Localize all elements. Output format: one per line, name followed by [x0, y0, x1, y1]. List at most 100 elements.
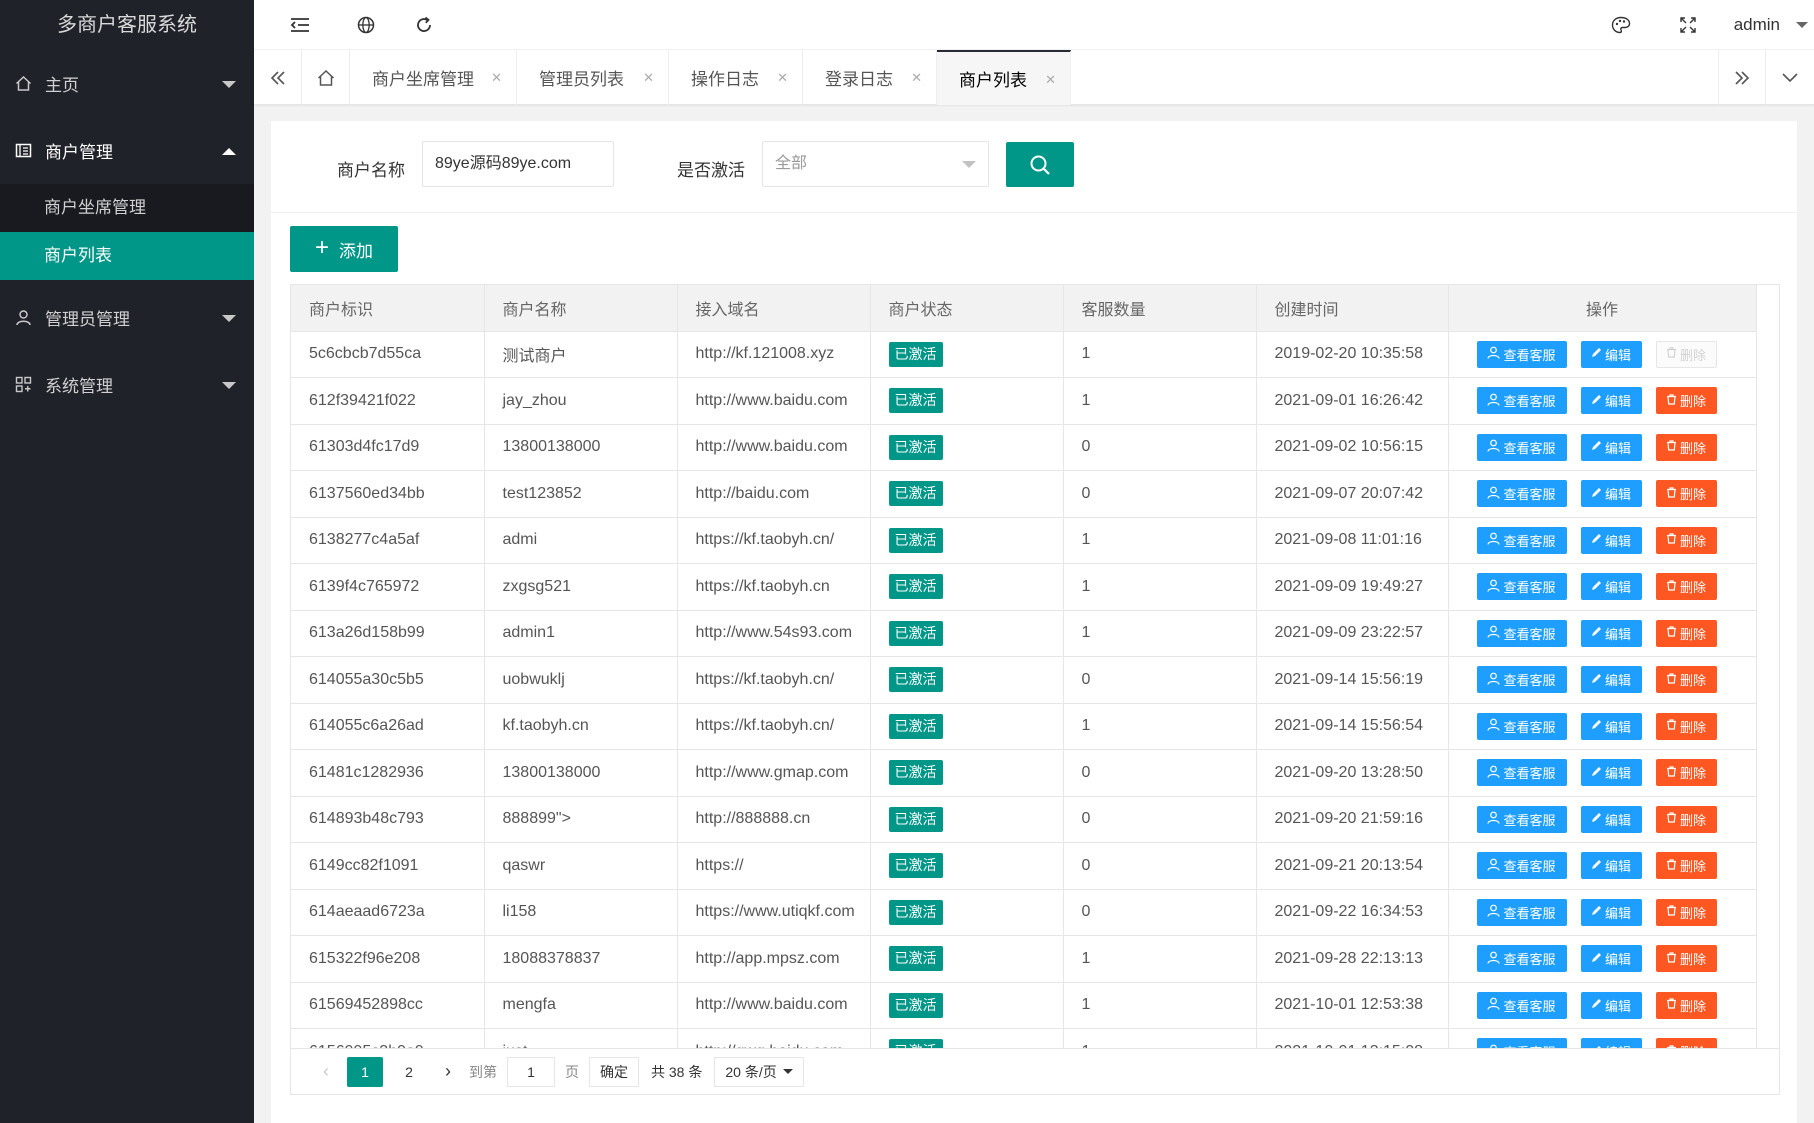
delete-button[interactable]: 删除: [1655, 712, 1717, 740]
close-icon[interactable]: ✕: [1045, 72, 1056, 88]
edit-button[interactable]: 编辑: [1580, 573, 1642, 601]
edit-button[interactable]: 编辑: [1580, 898, 1642, 926]
goto-confirm-button[interactable]: 确定: [589, 1056, 639, 1087]
status-cell: 已激活: [870, 935, 1064, 983]
delete-button[interactable]: 删除: [1655, 852, 1717, 880]
merchant-table: 商户标识 商户名称 接入域名 商户状态 客服数量 创建时间 操作 5c6cbcb…: [290, 284, 1780, 1049]
created-time-cell: 2021-09-02 10:56:15: [1256, 424, 1449, 471]
edit-button[interactable]: 编辑: [1580, 852, 1642, 880]
page-size-select[interactable]: 20 条/页: [714, 1056, 804, 1087]
delete-button[interactable]: 删除: [1655, 340, 1717, 368]
delete-button[interactable]: 删除: [1655, 666, 1717, 694]
sidebar-item-merchant-seats[interactable]: 商户坐席管理: [0, 184, 254, 232]
tab-merchant-seats[interactable]: 商户坐席管理 ✕: [350, 50, 517, 105]
close-icon[interactable]: ✕: [643, 70, 654, 86]
view-agents-button[interactable]: 查看客服: [1476, 1038, 1567, 1048]
trash-icon: [1666, 347, 1677, 361]
view-agents-button[interactable]: 查看客服: [1476, 759, 1567, 787]
delete-button[interactable]: 删除: [1655, 759, 1717, 787]
view-agents-button[interactable]: 查看客服: [1476, 619, 1567, 647]
refresh-icon[interactable]: [412, 13, 436, 37]
edit-button[interactable]: 编辑: [1580, 1038, 1642, 1048]
delete-button[interactable]: 删除: [1655, 805, 1717, 833]
actions-cell: 查看客服 编辑 删除: [1448, 935, 1757, 983]
edit-button[interactable]: 编辑: [1580, 666, 1642, 694]
edit-button[interactable]: 编辑: [1580, 805, 1642, 833]
fullscreen-icon[interactable]: [1676, 13, 1700, 37]
tabs-scroll-left-icon[interactable]: [254, 50, 302, 105]
sidebar-item-admins[interactable]: 管理员管理: [0, 284, 254, 351]
view-agents-button[interactable]: 查看客服: [1476, 340, 1567, 368]
edit-button[interactable]: 编辑: [1580, 387, 1642, 415]
active-status-value: 全部: [775, 155, 808, 172]
delete-button[interactable]: 删除: [1655, 898, 1717, 926]
status-badge: 已激活: [888, 620, 943, 646]
sidebar-item-merchant[interactable]: 商户管理: [0, 117, 254, 184]
close-icon[interactable]: ✕: [491, 70, 502, 86]
delete-button[interactable]: 删除: [1655, 1038, 1717, 1048]
prev-page-icon[interactable]: ‹: [313, 1057, 339, 1087]
sidebar-item-system[interactable]: 系统管理: [0, 351, 254, 418]
edit-button[interactable]: 编辑: [1580, 340, 1642, 368]
agent-count-cell: 1: [1063, 563, 1257, 611]
merchant-name-input[interactable]: 89ye源码89ye.com: [422, 141, 614, 187]
view-agents-button[interactable]: 查看客服: [1476, 805, 1567, 833]
delete-button[interactable]: 删除: [1655, 480, 1717, 508]
search-button[interactable]: [1006, 142, 1074, 187]
close-icon[interactable]: ✕: [777, 70, 788, 86]
trash-icon: [1666, 998, 1677, 1012]
view-agents-button[interactable]: 查看客服: [1476, 945, 1567, 973]
user-icon: [1487, 486, 1501, 502]
tab-home-icon[interactable]: [302, 50, 350, 105]
edit-label: 编辑: [1604, 812, 1631, 828]
delete-button[interactable]: 删除: [1655, 526, 1717, 554]
delete-button[interactable]: 删除: [1655, 573, 1717, 601]
view-agents-button[interactable]: 查看客服: [1476, 573, 1567, 601]
sidebar-item-home[interactable]: 主页: [0, 50, 254, 117]
merchant-name-cell: test123852: [484, 470, 678, 518]
view-agents-button[interactable]: 查看客服: [1476, 991, 1567, 1019]
view-agents-button[interactable]: 查看客服: [1476, 898, 1567, 926]
tabs-menu-chevron-down-icon[interactable]: [1766, 50, 1814, 105]
user-menu[interactable]: admin: [1734, 0, 1780, 50]
delete-button[interactable]: 删除: [1655, 433, 1717, 461]
tab-admin-list[interactable]: 管理员列表 ✕: [517, 50, 669, 105]
goto-page-input[interactable]: 1: [507, 1056, 555, 1087]
menu-collapse-icon[interactable]: [288, 13, 312, 37]
edit-button[interactable]: 编辑: [1580, 712, 1642, 740]
theme-palette-icon[interactable]: [1609, 13, 1633, 37]
delete-button[interactable]: 删除: [1655, 945, 1717, 973]
view-agents-button[interactable]: 查看客服: [1476, 480, 1567, 508]
close-icon[interactable]: ✕: [911, 70, 922, 86]
active-status-select[interactable]: 全部: [762, 141, 989, 187]
edit-button[interactable]: 编辑: [1580, 619, 1642, 647]
tab-merchant-list[interactable]: 商户列表 ✕: [937, 50, 1071, 105]
column-header: 操作: [1448, 285, 1757, 332]
view-agents-button[interactable]: 查看客服: [1476, 666, 1567, 694]
delete-button[interactable]: 删除: [1655, 387, 1717, 415]
edit-button[interactable]: 编辑: [1580, 433, 1642, 461]
add-button[interactable]: + 添加: [290, 226, 398, 272]
edit-button[interactable]: 编辑: [1580, 759, 1642, 787]
chevron-up-icon: [222, 147, 236, 155]
edit-button[interactable]: 编辑: [1580, 526, 1642, 554]
view-agents-button[interactable]: 查看客服: [1476, 712, 1567, 740]
tab-login-log[interactable]: 登录日志 ✕: [803, 50, 937, 105]
page-number[interactable]: 2: [391, 1057, 427, 1087]
tabs-scroll-right-icon[interactable]: [1718, 50, 1766, 105]
tab-operation-log[interactable]: 操作日志 ✕: [669, 50, 803, 105]
page-number[interactable]: 1: [347, 1056, 383, 1087]
sidebar-item-merchant-list[interactable]: 商户列表: [0, 232, 254, 280]
view-agents-button[interactable]: 查看客服: [1476, 526, 1567, 554]
view-agents-button[interactable]: 查看客服: [1476, 387, 1567, 415]
globe-icon[interactable]: [354, 13, 378, 37]
edit-button[interactable]: 编辑: [1580, 991, 1642, 1019]
delete-button[interactable]: 删除: [1655, 619, 1717, 647]
actions-cell: 查看客服 编辑 删除: [1448, 563, 1757, 611]
next-page-icon[interactable]: ›: [435, 1057, 461, 1087]
edit-button[interactable]: 编辑: [1580, 945, 1642, 973]
view-agents-button[interactable]: 查看客服: [1476, 433, 1567, 461]
delete-button[interactable]: 删除: [1655, 991, 1717, 1019]
edit-button[interactable]: 编辑: [1580, 480, 1642, 508]
view-agents-button[interactable]: 查看客服: [1476, 852, 1567, 880]
